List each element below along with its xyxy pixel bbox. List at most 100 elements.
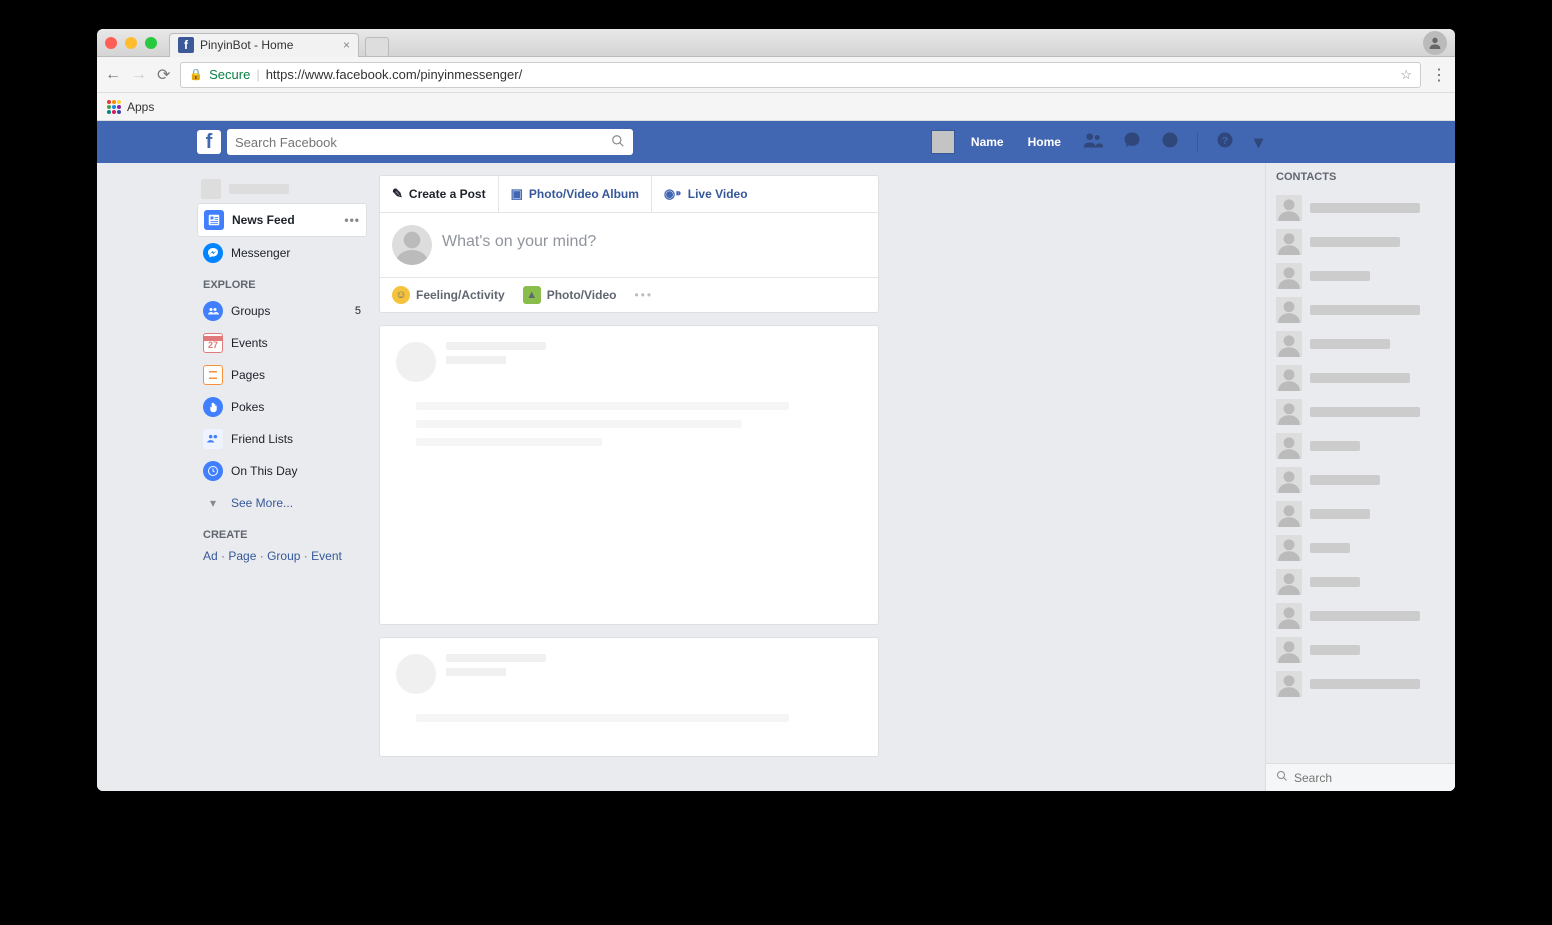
groups-icon xyxy=(203,301,223,321)
contact-name-placeholder xyxy=(1310,475,1380,485)
sidebar-events[interactable]: 27 Events xyxy=(197,327,367,359)
sidebar-messenger[interactable]: Messenger xyxy=(197,237,367,269)
feed-post-skeleton xyxy=(379,637,879,757)
forward-button[interactable]: → xyxy=(131,66,147,84)
browser-profile-button[interactable] xyxy=(1423,31,1447,55)
bookmark-star-icon[interactable]: ☆ xyxy=(1400,67,1412,83)
window-close-button[interactable] xyxy=(105,37,117,49)
contact-name-placeholder xyxy=(1310,543,1350,553)
settings-dropdown-icon[interactable]: ▾ xyxy=(1248,132,1269,153)
contact-item[interactable] xyxy=(1266,395,1455,429)
contact-item[interactable] xyxy=(1266,327,1455,361)
feeling-button[interactable]: ☺ Feeling/Activity xyxy=(392,286,505,304)
apps-icon[interactable] xyxy=(107,100,121,114)
sidebar-news-feed[interactable]: News Feed ••• xyxy=(197,203,367,237)
sidebar-profile[interactable] xyxy=(197,175,367,203)
contact-name-placeholder xyxy=(1310,373,1410,383)
apps-label[interactable]: Apps xyxy=(127,100,154,114)
contacts-search-input[interactable] xyxy=(1294,771,1449,785)
search-input[interactable] xyxy=(235,135,611,150)
avatar-icon xyxy=(1276,603,1302,629)
contact-item[interactable] xyxy=(1266,225,1455,259)
avatar-icon xyxy=(1276,637,1302,663)
contact-name-placeholder xyxy=(1310,271,1370,281)
reload-button[interactable]: ⟳ xyxy=(157,65,170,85)
live-icon: ◉⁍ xyxy=(664,186,682,202)
nav-label: Pages xyxy=(231,368,265,382)
contact-item[interactable] xyxy=(1266,497,1455,531)
photo-album-tab[interactable]: ▣ Photo/Video Album xyxy=(499,176,652,212)
sidebar-on-this-day[interactable]: On This Day xyxy=(197,455,367,487)
browser-menu-button[interactable]: ⋮ xyxy=(1431,65,1447,85)
avatar-icon xyxy=(1276,433,1302,459)
friend-requests-icon[interactable] xyxy=(1077,130,1109,155)
left-sidebar: News Feed ••• Messenger EXPLORE Groups 5 xyxy=(197,175,367,791)
sidebar-pokes[interactable]: Pokes xyxy=(197,391,367,423)
bookmarks-bar: Apps xyxy=(97,93,1455,121)
profile-link[interactable]: Name xyxy=(963,135,1012,149)
live-video-tab[interactable]: ◉⁍ Live Video xyxy=(652,176,760,212)
contacts-sidebar: CONTACTS ⚙ ✎ xyxy=(1265,163,1455,791)
create-links: Ad · Page · Group · Event xyxy=(197,545,367,567)
window-minimize-button[interactable] xyxy=(125,37,137,49)
feed-post-skeleton xyxy=(379,325,879,625)
create-post-tab[interactable]: ✎ Create a Post xyxy=(380,176,499,212)
create-heading: CREATE xyxy=(197,519,367,545)
contact-item[interactable] xyxy=(1266,565,1455,599)
messages-icon[interactable] xyxy=(1117,131,1147,154)
on-this-day-icon xyxy=(203,461,223,481)
composer-more-button[interactable]: ••• xyxy=(634,288,653,302)
nav-label: Groups xyxy=(231,304,270,318)
header-avatar[interactable] xyxy=(931,130,955,154)
create-event-link[interactable]: Event xyxy=(311,549,342,563)
facebook-logo[interactable]: f xyxy=(197,130,221,154)
avatar-icon xyxy=(1276,229,1302,255)
search-box[interactable] xyxy=(227,129,633,155)
contact-name-placeholder xyxy=(1310,237,1400,247)
contact-item[interactable] xyxy=(1266,259,1455,293)
address-bar[interactable]: 🔒 Secure | https://www.facebook.com/piny… xyxy=(180,62,1421,88)
tab-close-button[interactable]: × xyxy=(343,38,350,52)
contact-item[interactable] xyxy=(1266,429,1455,463)
svg-text:?: ? xyxy=(1222,134,1228,146)
sidebar-see-more[interactable]: ▾ See More... xyxy=(197,487,367,519)
avatar-icon xyxy=(1276,297,1302,323)
sidebar-pages[interactable]: Pages xyxy=(197,359,367,391)
composer-avatar xyxy=(392,225,432,265)
tab-title: PinyinBot - Home xyxy=(200,38,293,52)
photo-video-button[interactable]: ▲ Photo/Video xyxy=(523,286,617,304)
more-icon[interactable]: ••• xyxy=(344,213,360,227)
browser-tab[interactable]: f PinyinBot - Home × xyxy=(169,33,359,57)
contact-item[interactable] xyxy=(1266,531,1455,565)
create-page-link[interactable]: Page xyxy=(228,549,256,563)
create-ad-link[interactable]: Ad xyxy=(203,549,218,563)
contact-item[interactable] xyxy=(1266,191,1455,225)
groups-badge: 5 xyxy=(355,305,361,317)
sidebar-groups[interactable]: Groups 5 xyxy=(197,295,367,327)
contact-item[interactable] xyxy=(1266,599,1455,633)
contact-item[interactable] xyxy=(1266,361,1455,395)
notifications-icon[interactable] xyxy=(1155,131,1185,154)
create-group-link[interactable]: Group xyxy=(267,549,300,563)
contact-item[interactable] xyxy=(1266,633,1455,667)
avatar-icon xyxy=(1276,331,1302,357)
help-icon[interactable]: ? xyxy=(1210,131,1240,154)
home-link[interactable]: Home xyxy=(1020,135,1069,149)
search-icon[interactable] xyxy=(611,134,625,151)
pokes-icon xyxy=(203,397,223,417)
lock-icon: 🔒 xyxy=(189,68,203,81)
contact-name-placeholder xyxy=(1310,645,1360,655)
new-tab-button[interactable] xyxy=(365,37,389,57)
contact-item[interactable] xyxy=(1266,667,1455,701)
window-maximize-button[interactable] xyxy=(145,37,157,49)
browser-toolbar: ← → ⟳ 🔒 Secure | https://www.facebook.co… xyxy=(97,57,1455,93)
back-button[interactable]: ← xyxy=(105,66,121,84)
contact-item[interactable] xyxy=(1266,293,1455,327)
contact-name-placeholder xyxy=(1310,679,1420,689)
smiley-icon: ☺ xyxy=(392,286,410,304)
contact-item[interactable] xyxy=(1266,463,1455,497)
composer-placeholder[interactable]: What's on your mind? xyxy=(442,225,596,251)
contact-name-placeholder xyxy=(1310,441,1360,451)
contact-name-placeholder xyxy=(1310,577,1360,587)
sidebar-friend-lists[interactable]: Friend Lists xyxy=(197,423,367,455)
